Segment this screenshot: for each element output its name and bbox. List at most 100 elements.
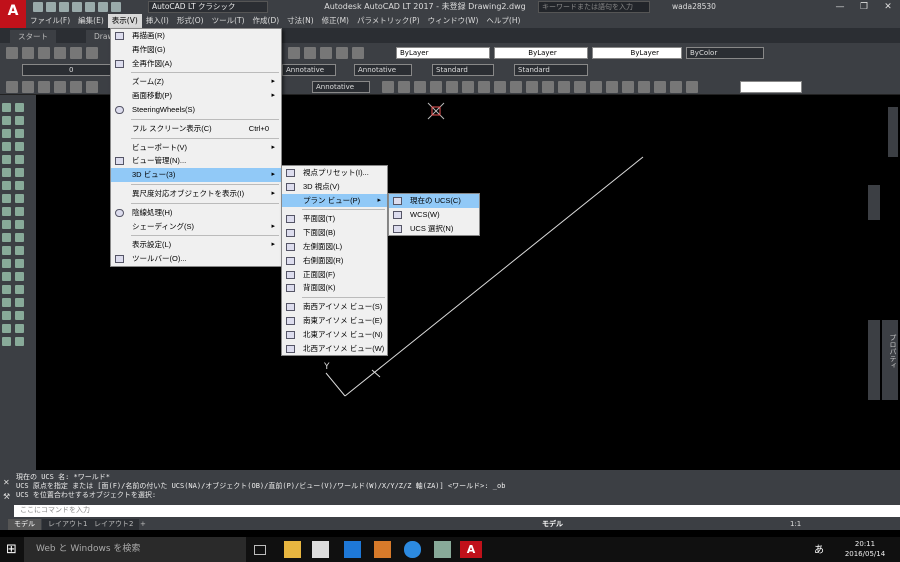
menu-item-steeringwheels[interactable]: SteeringWheels(S) — [111, 103, 281, 117]
tool-icon[interactable] — [398, 81, 410, 93]
tool-icon[interactable] — [606, 81, 618, 93]
menu-item-sw-iso[interactable]: 南西アイソメ ビュー(S) — [282, 300, 387, 314]
tool-icon[interactable] — [526, 81, 538, 93]
plotstyle-combo[interactable]: ByColor — [686, 47, 764, 59]
menu-item-left[interactable]: 左側面図(L) — [282, 240, 387, 254]
help-icon[interactable] — [352, 47, 364, 59]
gradient-icon[interactable] — [15, 181, 24, 190]
table-icon[interactable] — [15, 194, 24, 203]
array-icon[interactable] — [2, 233, 11, 242]
new-icon[interactable] — [33, 2, 43, 12]
tab-model[interactable]: モデル — [8, 519, 41, 530]
menu-item-zoom[interactable]: ズーム(Z) ▸ — [111, 75, 281, 89]
undo-icon[interactable] — [98, 2, 108, 12]
menu-item-regen[interactable]: 再作図(G) — [111, 43, 281, 57]
menu-item-top[interactable]: 平面図(T) — [282, 212, 387, 226]
palette-strip[interactable] — [868, 320, 880, 400]
menu-item-hide[interactable]: 陰線処理(H) — [111, 206, 281, 220]
menu-item-3d-views[interactable]: 3D ビュー(3) ▸ — [111, 168, 281, 182]
store-icon[interactable] — [312, 541, 329, 558]
arc-icon[interactable] — [15, 129, 24, 138]
spline-icon[interactable] — [2, 155, 11, 164]
tool-icon[interactable] — [320, 47, 332, 59]
user-account[interactable]: wada28530 — [672, 1, 716, 13]
region-icon[interactable] — [2, 194, 11, 203]
tool-icon[interactable] — [494, 81, 506, 93]
break-icon[interactable] — [15, 272, 24, 281]
move-icon[interactable] — [15, 233, 24, 242]
tool-icon[interactable] — [6, 47, 18, 59]
close-icon[interactable]: ✕ — [3, 478, 10, 487]
dim-linear-icon[interactable] — [2, 324, 11, 333]
palette-strip[interactable] — [868, 185, 880, 220]
maximize-icon[interactable]: ❐ — [852, 0, 876, 14]
menu-item-back[interactable]: 背面図(K) — [282, 281, 387, 295]
edge-icon[interactable] — [344, 541, 361, 558]
menu-format[interactable]: 形式(O) — [173, 14, 208, 28]
tool-icon[interactable] — [6, 81, 18, 93]
tool-icon[interactable] — [70, 81, 82, 93]
annotation-scale-button[interactable]: 1:1 — [790, 518, 801, 530]
menu-item-bottom[interactable]: 下面図(B) — [282, 226, 387, 240]
tab-add[interactable]: + — [134, 519, 152, 530]
menu-edit[interactable]: 編集(E) — [74, 14, 108, 28]
workspace-dropdown[interactable]: AutoCAD LT クラシック — [148, 1, 268, 13]
tool-icon[interactable] — [38, 47, 50, 59]
model-space-button[interactable]: モデル — [542, 518, 563, 530]
clock[interactable]: 20:11 2016/05/14 — [840, 539, 890, 559]
menu-view[interactable]: 表示(V) — [107, 14, 142, 28]
tool-icon[interactable] — [304, 47, 316, 59]
properties-palette-tab[interactable]: プロパティ — [882, 320, 898, 400]
menu-item-3d-viewpoint[interactable]: 3D 視点(V) — [282, 180, 387, 194]
tab-drawing2[interactable]: Drawing2 — [86, 30, 112, 43]
menu-item-annotative-objects[interactable]: 異尺度対応オブジェクトを表示(I) ▸ — [111, 187, 281, 201]
palette-strip[interactable] — [888, 107, 898, 157]
tool-icon[interactable] — [574, 81, 586, 93]
scale-icon[interactable] — [15, 246, 24, 255]
menu-file[interactable]: ファイル(F) — [26, 14, 74, 28]
app-menu-button[interactable]: A — [0, 0, 26, 28]
close-icon[interactable]: ✕ — [876, 0, 900, 14]
fillet-icon[interactable] — [2, 298, 11, 307]
erase-icon[interactable] — [2, 207, 11, 216]
linetype-combo[interactable]: ByLayer — [494, 47, 588, 59]
color-combo[interactable]: ByLayer — [396, 47, 490, 59]
dim-angle-icon[interactable] — [15, 337, 24, 346]
tool-icon[interactable] — [70, 47, 82, 59]
menu-item-named-ucs[interactable]: UCS 選択(N) — [389, 222, 479, 236]
point-icon[interactable] — [15, 168, 24, 177]
line-icon[interactable] — [2, 103, 11, 112]
tool-icon[interactable] — [638, 81, 650, 93]
mleader-style-combo[interactable]: Standard — [514, 64, 588, 76]
menu-item-right[interactable]: 右側面図(R) — [282, 254, 387, 268]
app-icon[interactable] — [434, 541, 451, 558]
trim-icon[interactable] — [15, 259, 24, 268]
tool-icon[interactable] — [462, 81, 474, 93]
task-view-icon[interactable] — [254, 545, 266, 555]
menu-item-display[interactable]: 表示設定(L) ▸ — [111, 238, 281, 252]
circle-icon[interactable] — [2, 142, 11, 151]
tool-icon[interactable] — [622, 81, 634, 93]
menu-item-wcs[interactable]: WCS(W) — [389, 208, 479, 222]
lineweight-combo[interactable]: ByLayer — [592, 47, 682, 59]
save-icon[interactable] — [59, 2, 69, 12]
tool-icon[interactable] — [558, 81, 570, 93]
polyline-icon[interactable] — [2, 116, 11, 125]
menu-item-regenall[interactable]: 全再作図(A) — [111, 57, 281, 71]
menu-item-pan[interactable]: 画面移動(P) ▸ — [111, 89, 281, 103]
tool-icon[interactable] — [430, 81, 442, 93]
annotation-scale-combo[interactable]: Annotative — [312, 81, 370, 93]
text-icon[interactable] — [15, 311, 24, 320]
menu-window[interactable]: ウィンドウ(W) — [424, 14, 483, 28]
copy-icon[interactable] — [15, 207, 24, 216]
windows-start-icon[interactable]: ⊞ — [6, 542, 17, 557]
menu-help[interactable]: ヘルプ(H) — [482, 14, 524, 28]
chamfer-icon[interactable] — [15, 285, 24, 294]
dim-aligned-icon[interactable] — [15, 324, 24, 333]
explode-icon[interactable] — [15, 298, 24, 307]
menu-item-front[interactable]: 正面図(F) — [282, 268, 387, 282]
menu-parametric[interactable]: パラメトリック(P) — [353, 14, 424, 28]
command-input[interactable]: ここにコマンドを入力 — [14, 505, 900, 517]
print-icon[interactable] — [85, 2, 95, 12]
tab-layout2[interactable]: レイアウト2 — [88, 519, 140, 530]
